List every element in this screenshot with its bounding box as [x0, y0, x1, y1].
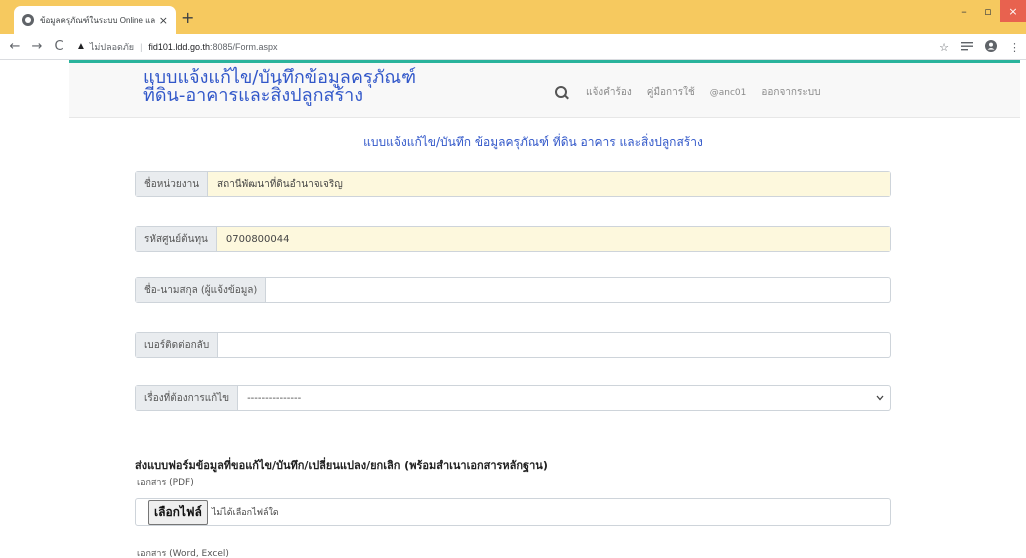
web-page: แบบแจ้งแก้ไข/บันทึกข้อมูลครุภัณฑ์ ที่ดิน…: [0, 60, 1026, 558]
site-brand[interactable]: แบบแจ้งแก้ไข/บันทึกข้อมูลครุภัณฑ์ ที่ดิน…: [143, 69, 416, 105]
tab-title: ข้อมูลครุภัณฑ์ในระบบ Online และสิ่งปลู: [40, 15, 155, 25]
agency-field: ชื่อหน่วยงาน สถานีพัฒนาที่ดินอำนาจเจริญ: [135, 171, 891, 197]
new-tab-button[interactable]: +: [181, 8, 194, 27]
url-path: :8085/Form.aspx: [209, 41, 278, 52]
nav-report[interactable]: แจ้งคำร้อง: [586, 85, 632, 100]
reporter-label: ชื่อ-นามสกุล (ผู้แจ้งข้อมูล): [136, 278, 267, 302]
browser-tab[interactable]: ข้อมูลครุภัณฑ์ในระบบ Online และสิ่งปลู ×: [14, 6, 176, 34]
cost-center-label: รหัสศูนย์ต้นทุน: [136, 227, 217, 251]
choose-file-button[interactable]: เลือกไฟล์: [148, 499, 208, 525]
profile-icon[interactable]: [985, 39, 997, 55]
brand-line-2: ที่ดิน-อาคารและสิ่งปลูกสร้าง: [143, 85, 364, 106]
subject-label: เรื่องที่ต้องการแก้ไข: [136, 386, 239, 410]
nav-manual[interactable]: คู่มือการใช้: [647, 85, 695, 100]
attachment-heading: ส่งแบบฟอร์มข้อมูลที่ขอแก้ไข/บันทึก/เปลี่…: [135, 459, 548, 472]
cost-center-value: 0700800044: [216, 227, 890, 251]
globe-icon: [22, 14, 34, 26]
reload-icon[interactable]: C: [52, 39, 66, 54]
bookmark-star-icon[interactable]: ☆: [939, 41, 949, 54]
phone-field: เบอร์ติดต่อกลับ: [135, 332, 891, 358]
subject-field: เรื่องที่ต้องการแก้ไข ---------------: [135, 385, 891, 411]
agency-value: สถานีพัฒนาที่ดินอำนาจเจริญ: [208, 172, 890, 196]
reporter-field: ชื่อ-นามสกุล (ผู้แจ้งข้อมูล): [135, 277, 891, 303]
phone-label: เบอร์ติดต่อกลับ: [136, 333, 219, 357]
warning-icon[interactable]: ▲: [76, 41, 86, 52]
forward-icon[interactable]: →: [30, 39, 44, 54]
reading-list-icon[interactable]: [961, 41, 973, 54]
phone-input[interactable]: [218, 333, 890, 357]
security-label[interactable]: ไม่ปลอดภัย: [90, 40, 134, 54]
chevron-down-icon[interactable]: [870, 386, 890, 410]
subject-select[interactable]: ---------------: [238, 386, 870, 410]
no-file-text: ไม่ได้เลือกไฟล์ใด: [211, 508, 279, 518]
reporter-input[interactable]: [266, 278, 890, 302]
url-separator: |: [140, 41, 143, 52]
window-controls: – ▫ ×: [952, 0, 1026, 22]
browser-tabbar: ข้อมูลครุภัณฑ์ในระบบ Online และสิ่งปลู ×…: [0, 0, 1026, 34]
word-excel-label: เอกสาร (Word, Excel): [137, 549, 229, 558]
cost-center-field: รหัสศูนย์ต้นทุน 0700800044: [135, 226, 891, 252]
window-close-button[interactable]: ×: [1000, 0, 1026, 22]
address-bar: ← → C ▲ ไม่ปลอดภัย | fid101.ldd.go.th:80…: [0, 34, 1026, 60]
nav-user[interactable]: @anc01: [710, 88, 747, 98]
browser-menu-icon[interactable]: ⋮: [1009, 41, 1020, 54]
back-icon[interactable]: ←: [8, 39, 22, 54]
site-header: แบบแจ้งแก้ไข/บันทึกข้อมูลครุภัณฑ์ ที่ดิน…: [69, 60, 1020, 118]
search-icon[interactable]: [555, 85, 569, 100]
pdf-label: เอกสาร (PDF): [137, 478, 194, 488]
minimize-button[interactable]: –: [952, 0, 976, 22]
maximize-button[interactable]: ▫: [976, 0, 1000, 22]
agency-label: ชื่อหน่วยงาน: [136, 172, 209, 196]
url-field[interactable]: ▲ ไม่ปลอดภัย | fid101.ldd.go.th:8085/For…: [76, 40, 278, 54]
header-nav: แจ้งคำร้อง คู่มือการใช้ @anc01 ออกจากระบ…: [555, 85, 835, 100]
tab-close-icon[interactable]: ×: [159, 14, 168, 27]
pdf-file-input: เลือกไฟล์ ไม่ได้เลือกไฟล์ใด: [135, 498, 891, 526]
url-host: fid101.ldd.go.th: [148, 41, 210, 52]
browser-actions: ☆ ⋮: [939, 34, 1020, 60]
form-title: แบบแจ้งแก้ไข/บันทึก ข้อมูลครุภัณฑ์ ที่ดิ…: [363, 135, 703, 149]
nav-logout[interactable]: ออกจากระบบ: [761, 85, 820, 100]
